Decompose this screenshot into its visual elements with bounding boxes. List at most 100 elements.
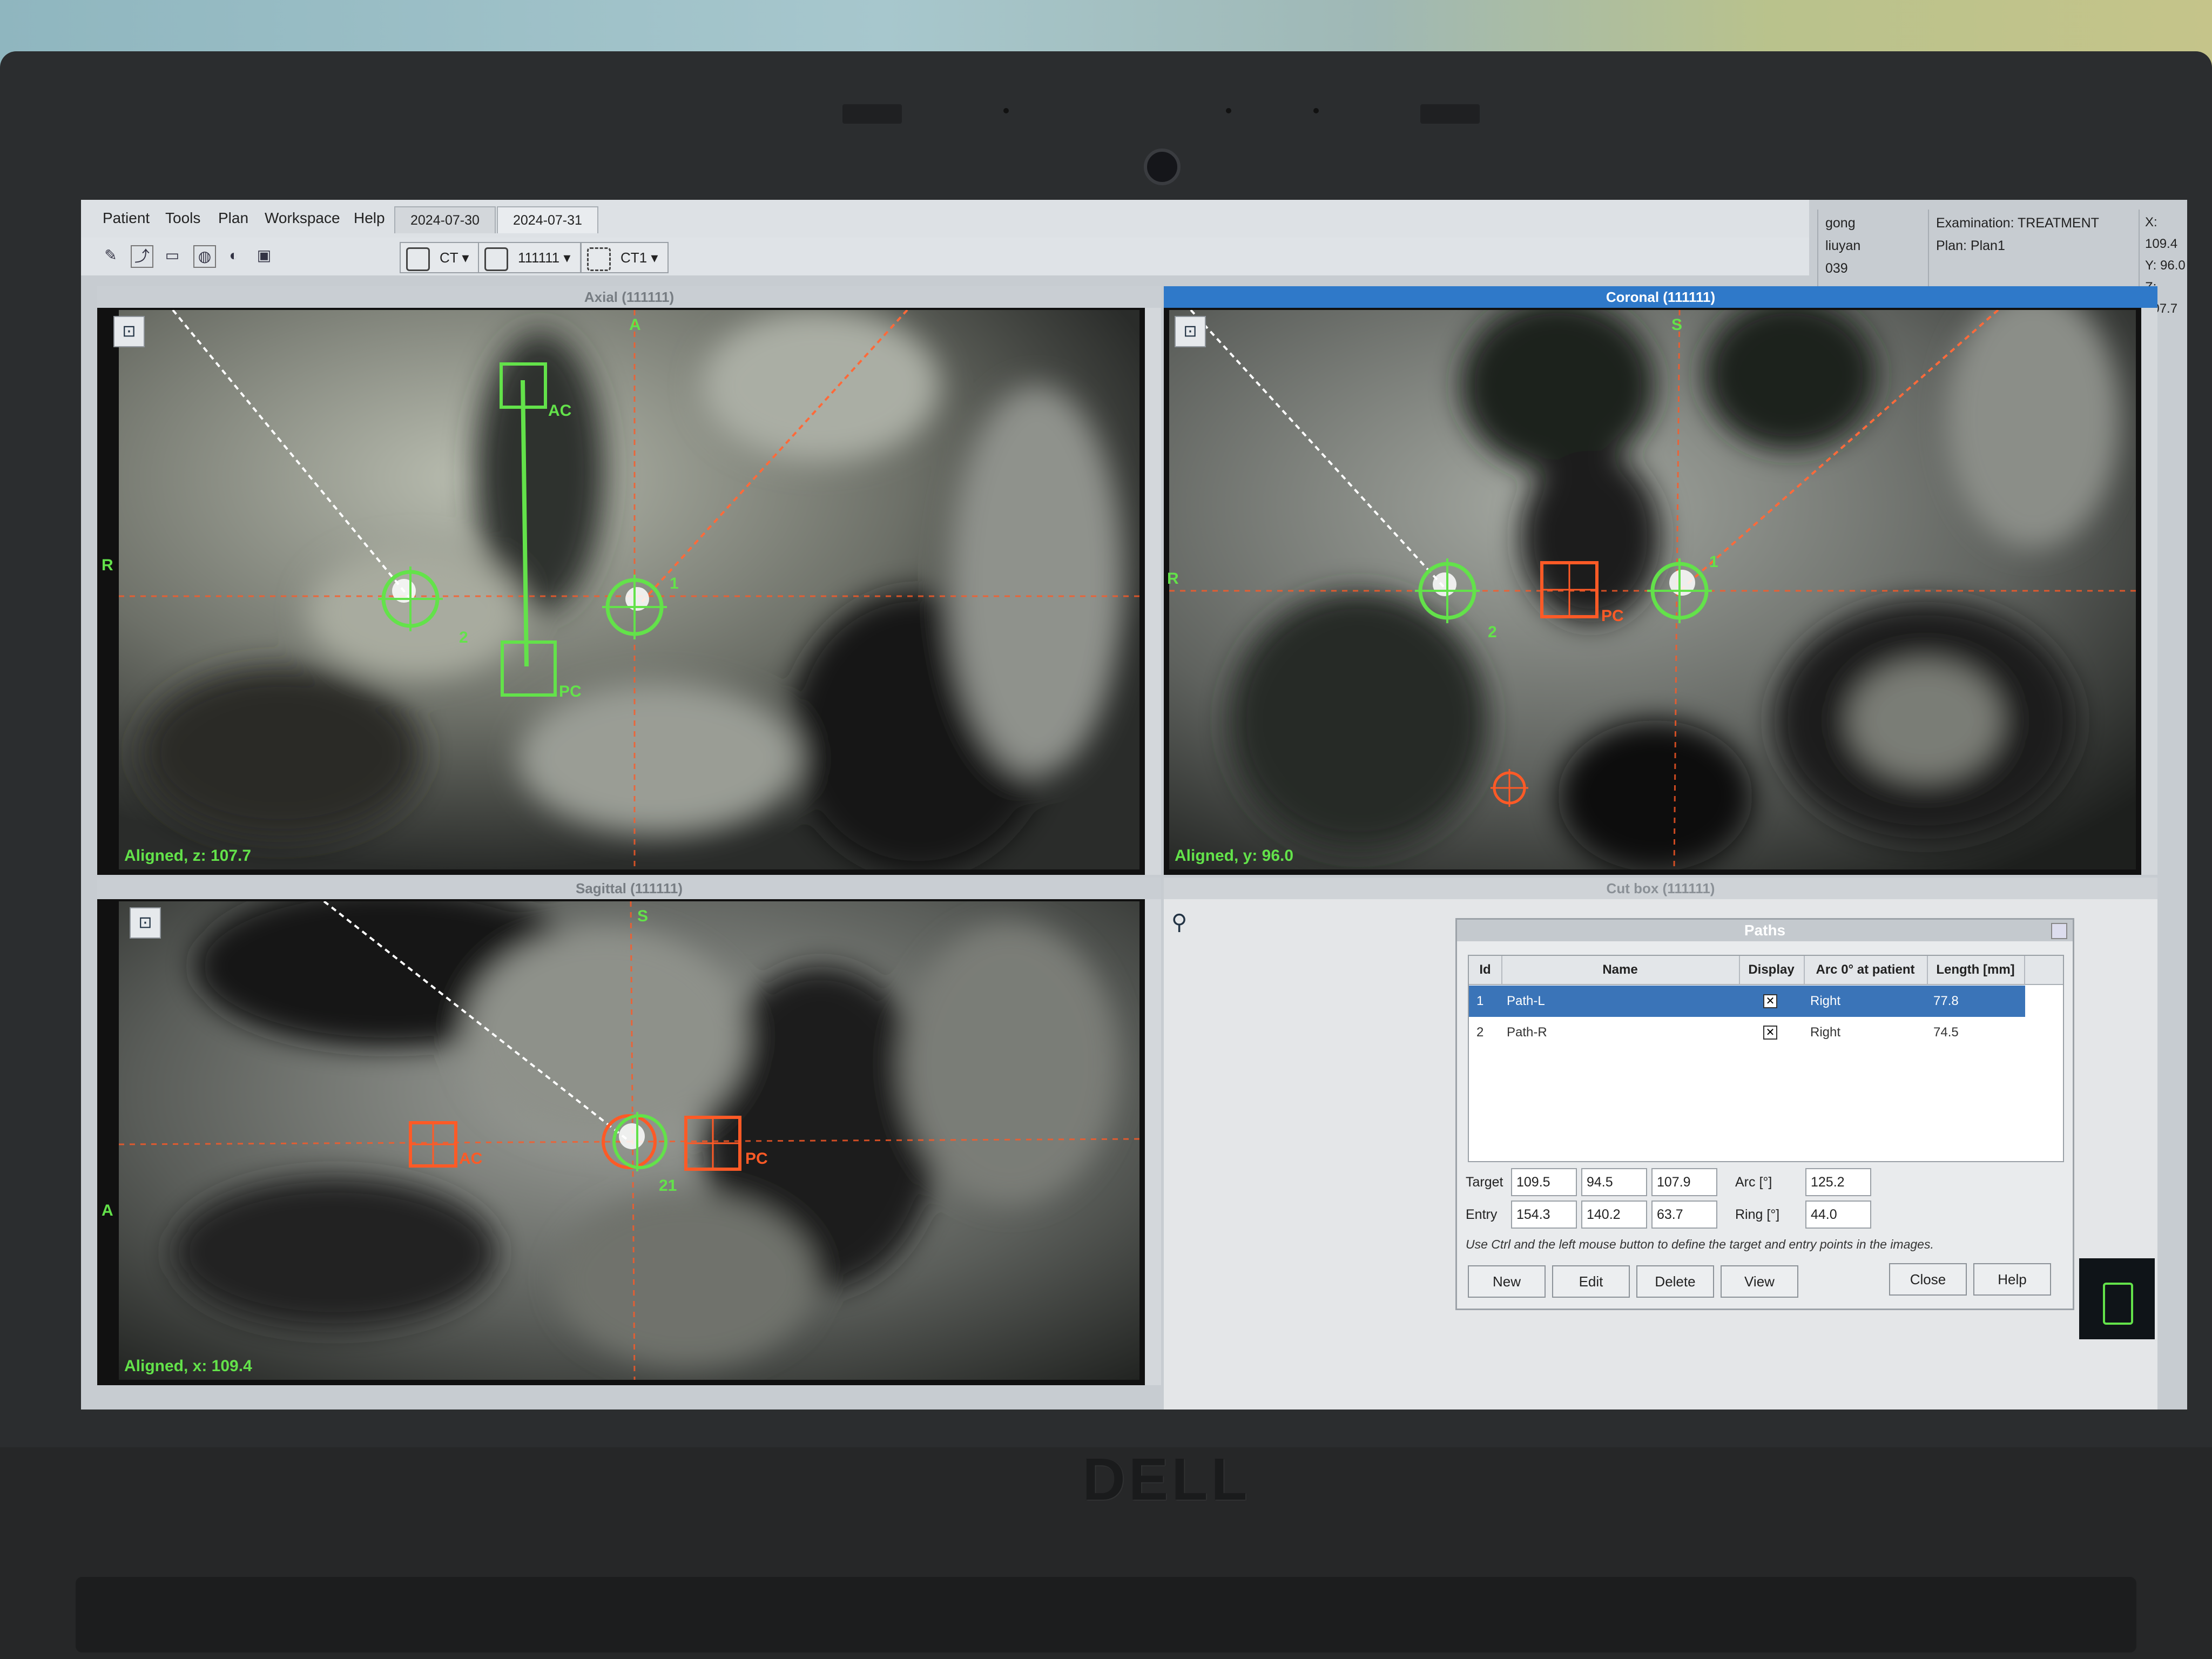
row-id: 1 [1476, 994, 1484, 1008]
image-select-ct[interactable]: CT ▾ [400, 242, 480, 273]
lock-icon[interactable]: ⊡ [130, 907, 161, 939]
paths-dialog-title: Paths [1457, 920, 2073, 941]
head-orientation-icon [2103, 1283, 2133, 1325]
col-arc[interactable]: Arc 0° at patient [1804, 956, 1928, 984]
axial-image[interactable]: AC PC 2 1 [119, 310, 1139, 869]
close-button[interactable]: Close [1889, 1263, 1967, 1296]
screen-view-icon[interactable]: ▣ [254, 245, 274, 266]
axial-scrollbar[interactable] [1145, 308, 1161, 875]
menu-tools[interactable]: Tools [165, 210, 200, 227]
zoom-icon[interactable]: ⚲ [1171, 910, 1187, 935]
tab-date-1[interactable]: 2024-07-30 [394, 206, 496, 233]
head-view-icon[interactable]: ◍ [193, 245, 216, 268]
coronal-image[interactable]: PC 2 1 [1169, 310, 2136, 869]
display-checkbox[interactable]: ✕ [1763, 1026, 1777, 1040]
label-pc: PC [559, 683, 582, 700]
head-icon [587, 247, 611, 271]
axial-status: Aligned, z: 107.7 [124, 847, 252, 865]
lock-icon[interactable]: ⊡ [1175, 316, 1206, 347]
cutbox-view[interactable]: Cut box (111111) ⚲ Paths Id Name Display… [1164, 878, 2157, 1410]
coronal-scrollbar[interactable] [2141, 308, 2157, 875]
divider [1817, 210, 1818, 296]
orient-top: S [1671, 316, 1683, 334]
display-checkbox[interactable]: ✕ [1763, 994, 1777, 1008]
label-ac: AC [548, 402, 572, 420]
sagittal-view[interactable]: Sagittal (111111) AC PC 21 S A ⊡ Aligned… [97, 878, 1161, 1385]
orient-top: A [629, 316, 641, 334]
patient-name: gong [1825, 215, 1856, 231]
edit-button[interactable]: Edit [1552, 1265, 1630, 1298]
operator-name: liuyan [1825, 238, 1861, 253]
row-length: 74.5 [1933, 1025, 1959, 1040]
entry-y-field[interactable]: 140.2 [1581, 1201, 1647, 1229]
label-path-21: 21 [659, 1177, 677, 1195]
new-button[interactable]: New [1468, 1265, 1546, 1298]
menu-patient[interactable]: Patient [103, 210, 150, 227]
arc-label: Arc [°] [1735, 1175, 1772, 1190]
help-button[interactable]: Help [1973, 1263, 2051, 1296]
paths-dialog: Paths Id Name Display Arc 0° at patient … [1455, 918, 2074, 1310]
col-name[interactable]: Name [1501, 956, 1740, 984]
tab-date-2[interactable]: 2024-07-31 [497, 206, 598, 233]
menu-help[interactable]: Help [354, 210, 385, 227]
ruler-tool-icon[interactable]: ▭ [162, 245, 183, 266]
col-display[interactable]: Display [1739, 956, 1805, 984]
image-select-label: 111111 [518, 249, 560, 266]
divider [2139, 210, 2140, 296]
label-pc: PC [1601, 607, 1624, 625]
row-name: Path-L [1507, 994, 1545, 1008]
entry-x-field[interactable]: 154.3 [1511, 1201, 1577, 1229]
arc-field[interactable]: 125.2 [1805, 1168, 1871, 1196]
lid-clip [842, 104, 902, 124]
label-path-2: 2 [1488, 623, 1497, 641]
table-row[interactable]: 2 Path-R ✕ Right 74.5 [1469, 1017, 2025, 1048]
paths-table: Id Name Display Arc 0° at patient Length… [1468, 955, 2064, 1162]
coord-x: X: 109.4 [2145, 215, 2178, 251]
paths-table-header: Id Name Display Arc 0° at patient Length… [1469, 956, 2063, 985]
axial-view[interactable]: Axial (111111) AC PC 2 1 A R ⊡ Aligned, … [97, 286, 1161, 875]
coronal-title: Coronal (111111) [1164, 286, 2157, 308]
image-select-ct1[interactable]: CT1 ▾ [581, 242, 669, 273]
orient-left: R [102, 556, 113, 574]
coronal-view[interactable]: Coronal (111111) PC 2 1 S R ⊡ Aligned, y… [1164, 286, 2157, 875]
col-length[interactable]: Length [mm] [1927, 956, 2025, 984]
lid-clip [1420, 104, 1480, 124]
orient-left: A [102, 1202, 113, 1219]
ring-label: Ring [°] [1735, 1207, 1780, 1222]
delete-button[interactable]: Delete [1636, 1265, 1714, 1298]
target-x-field[interactable]: 109.5 [1511, 1168, 1577, 1196]
sagittal-status: Aligned, x: 109.4 [124, 1357, 252, 1375]
table-row[interactable]: 1 Path-L ✕ Right 77.8 [1469, 986, 2025, 1017]
entry-z-field[interactable]: 63.7 [1651, 1201, 1717, 1229]
menu-plan[interactable]: Plan [218, 210, 248, 227]
path-tool-icon[interactable]: ⤴ [131, 245, 153, 268]
head-icon [484, 247, 508, 271]
image-select-label: CT [440, 249, 458, 266]
view-button[interactable]: View [1721, 1265, 1798, 1298]
label-path-1: 1 [1709, 553, 1718, 571]
hint-text: Use Ctrl and the left mouse button to de… [1466, 1237, 1934, 1251]
ring-field[interactable]: 44.0 [1805, 1201, 1871, 1229]
brain-view-icon[interactable]: ◐ [224, 245, 244, 266]
image-select-111111[interactable]: 111111 ▾ [478, 242, 582, 273]
target-label: Target [1466, 1175, 1503, 1190]
dialog-maximize-icon[interactable] [2051, 923, 2067, 939]
sagittal-image[interactable]: AC PC 21 [119, 901, 1139, 1380]
pencil-tool-icon[interactable]: ✎ [100, 245, 121, 266]
target-z-field[interactable]: 107.9 [1651, 1168, 1717, 1196]
sagittal-title: Sagittal (111111) [97, 878, 1161, 899]
toolbar: ✎ ⤴ ▭ ◍ ◐ ▣ CT ▾ 111111 ▾ CT1 ▾ [81, 238, 1809, 275]
col-id[interactable]: Id [1469, 956, 1502, 984]
menu-bar: Patient Tools Plan Workspace Help 2024-0… [81, 200, 1809, 238]
entry-label: Entry [1466, 1207, 1498, 1222]
examination-label: Examination: TREATMENT [1936, 215, 2099, 231]
menu-workspace[interactable]: Workspace [265, 210, 340, 227]
plan-label: Plan: Plan1 [1936, 238, 2005, 253]
head-icon [406, 247, 430, 271]
axial-title: Axial (111111) [97, 286, 1161, 308]
target-y-field[interactable]: 94.5 [1581, 1168, 1647, 1196]
orientation-widget[interactable] [2079, 1258, 2155, 1339]
hinge [76, 1577, 2136, 1653]
lock-icon[interactable]: ⊡ [113, 316, 145, 347]
sagittal-scrollbar[interactable] [1145, 899, 1161, 1385]
